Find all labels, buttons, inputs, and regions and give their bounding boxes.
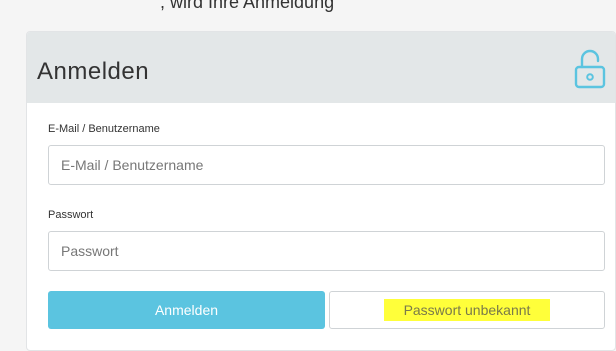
password-label: Passwort [48, 209, 94, 221]
login-title: Anmelden [37, 58, 150, 85]
unlocked-padlock-icon [574, 49, 606, 89]
forgot-password-label: Passwort unbekannt [383, 299, 551, 321]
forgot-password-button[interactable]: Passwort unbekannt [329, 291, 605, 329]
login-card: Anmelden E-Mail / Benutzername Passwort … [26, 31, 616, 351]
password-input[interactable] [48, 231, 605, 271]
login-card-header: Anmelden [27, 32, 615, 103]
background-partial-text: , wird Ihre Anmeldung [160, 0, 335, 12]
login-button[interactable]: Anmelden [48, 291, 325, 329]
username-label: E-Mail / Benutzername [48, 123, 160, 135]
username-input[interactable] [48, 145, 605, 185]
